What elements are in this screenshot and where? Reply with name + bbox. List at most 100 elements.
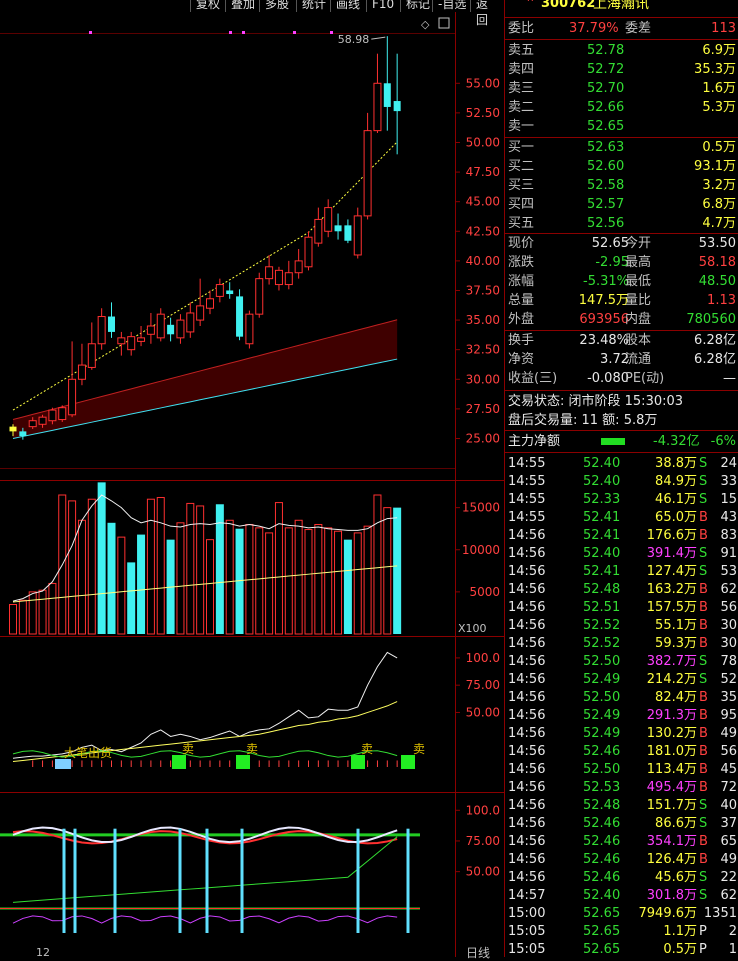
volume-bar[interactable]	[156, 497, 165, 635]
volume-bar[interactable]	[146, 498, 155, 635]
candle-body[interactable]	[284, 272, 293, 286]
volume-bar[interactable]	[294, 519, 303, 635]
candle-body[interactable]	[9, 426, 17, 432]
candle-body[interactable]	[196, 305, 205, 321]
candle-body[interactable]	[304, 236, 313, 268]
candle-body[interactable]	[146, 325, 155, 335]
tick-price: 52.46	[583, 744, 621, 759]
volume-bar[interactable]	[225, 519, 234, 635]
tick-amount: 38.8万	[655, 456, 697, 471]
volume-bar[interactable]	[373, 494, 382, 635]
candle-body[interactable]	[363, 130, 372, 217]
chart-area[interactable]: 复权 叠加 多股 统计 画线 F10 标记 -自选 返回 55.00 52.50 50.00 47.5…	[0, 0, 504, 960]
volume-bar[interactable]	[343, 539, 352, 634]
tick-amount: 157.5万	[646, 600, 697, 615]
y-tick-label: 47.50	[466, 165, 500, 179]
candlestick-chart[interactable]: 55.00 52.50 50.00 47.50 45.00 42.50 40.00 37.50…	[0, 0, 504, 480]
candle-body[interactable]	[38, 416, 47, 425]
tick-count: 43	[720, 510, 737, 525]
volume-bar[interactable]	[334, 530, 343, 635]
candle-body[interactable]	[68, 378, 77, 416]
volume-bar[interactable]	[274, 502, 283, 635]
kdj-green-line	[12, 836, 398, 903]
candle-body[interactable]	[97, 316, 106, 345]
volume-bar[interactable]	[393, 507, 402, 634]
volume-bar[interactable]	[206, 539, 214, 635]
candle-body[interactable]	[87, 343, 96, 368]
volume-bar[interactable]	[255, 527, 264, 635]
section-divider	[505, 17, 738, 18]
volume-bar[interactable]	[196, 505, 205, 635]
volume-bar[interactable]	[137, 534, 146, 634]
candle-body[interactable]	[274, 269, 283, 286]
tick-row: 14:56 52.50 382.7万 S 78	[505, 653, 738, 671]
after-hours-row: 盘后交易量: 11 额: 5.8万	[505, 411, 738, 430]
volume-bar[interactable]	[28, 591, 37, 635]
tick-price: 52.33	[583, 492, 621, 507]
period-label[interactable]: 日线	[466, 944, 490, 961]
candle-body[interactable]	[255, 278, 264, 315]
candle-body[interactable]	[127, 336, 136, 351]
volume-bar[interactable]	[324, 527, 333, 635]
volume-bar[interactable]	[97, 482, 106, 634]
volume-bar[interactable]	[304, 529, 313, 635]
candle-body[interactable]	[156, 313, 165, 339]
volume-chart[interactable]: 15000 10000 5000 X100	[0, 481, 504, 636]
volume-bar[interactable]	[127, 562, 136, 634]
tick-side: S	[699, 870, 708, 885]
candle-body[interactable]	[353, 215, 362, 256]
volume-bar[interactable]	[383, 507, 392, 635]
candle-body[interactable]	[294, 260, 303, 274]
candle-body[interactable]	[167, 324, 175, 335]
volume-bar[interactable]	[87, 498, 96, 635]
candle-body[interactable]	[117, 337, 126, 345]
candle-body[interactable]	[245, 313, 254, 345]
volume-bar[interactable]	[18, 599, 27, 635]
candle-body[interactable]	[19, 431, 27, 437]
net-label: 主力净额	[508, 434, 561, 449]
tick-side: S	[699, 474, 708, 489]
candle-body[interactable]	[48, 409, 57, 422]
candle-body[interactable]	[324, 207, 333, 232]
volume-bar[interactable]	[314, 523, 323, 635]
indicator-chart-1[interactable]: 100.0 75.00 50.00 大笔出货 卖 卖 卖 卖	[0, 637, 504, 792]
volume-bar[interactable]	[77, 519, 86, 635]
candle-body[interactable]	[206, 298, 214, 309]
candle-body[interactable]	[137, 337, 146, 342]
volume-bar[interactable]	[265, 532, 274, 635]
candle-body[interactable]	[77, 364, 86, 380]
candle-body[interactable]	[314, 218, 323, 244]
candle-body[interactable]	[236, 296, 244, 337]
candle-body[interactable]	[344, 225, 352, 241]
candle-body[interactable]	[186, 312, 195, 333]
volume-bar[interactable]	[363, 525, 372, 635]
indicator-chart-2[interactable]: 100.0 75.00 50.00	[0, 793, 504, 957]
volume-bar[interactable]	[68, 500, 77, 635]
y-tick-label: 55.00	[466, 76, 500, 90]
candle-body[interactable]	[393, 101, 401, 112]
candle-body[interactable]	[215, 284, 224, 297]
y-tick-label: 75.00	[466, 834, 500, 848]
candle-body[interactable]	[383, 83, 391, 107]
volume-bar[interactable]	[117, 536, 126, 635]
tick-time: 14:56	[508, 708, 546, 723]
candle-body[interactable]	[265, 266, 274, 280]
volume-bar[interactable]	[186, 502, 195, 635]
bid-row: 买一 52.63 0.5万	[505, 138, 738, 157]
volume-bar[interactable]	[176, 522, 185, 635]
candle-body[interactable]	[226, 290, 234, 295]
volume-bar[interactable]	[9, 604, 17, 635]
candle-body[interactable]	[58, 407, 67, 421]
volume-bar[interactable]	[284, 527, 293, 635]
tick-amount: 176.6万	[646, 528, 697, 543]
candle-body[interactable]	[373, 82, 382, 132]
volume-bar[interactable]	[48, 582, 57, 635]
volume-bar[interactable]	[107, 522, 116, 634]
candle-body[interactable]	[108, 316, 115, 332]
window-icon[interactable]	[438, 17, 450, 29]
candle-body[interactable]	[334, 225, 342, 232]
candle-body[interactable]	[28, 420, 37, 428]
volume-bar[interactable]	[38, 589, 47, 635]
candle-body[interactable]	[176, 319, 185, 339]
volume-bar[interactable]	[353, 532, 362, 635]
